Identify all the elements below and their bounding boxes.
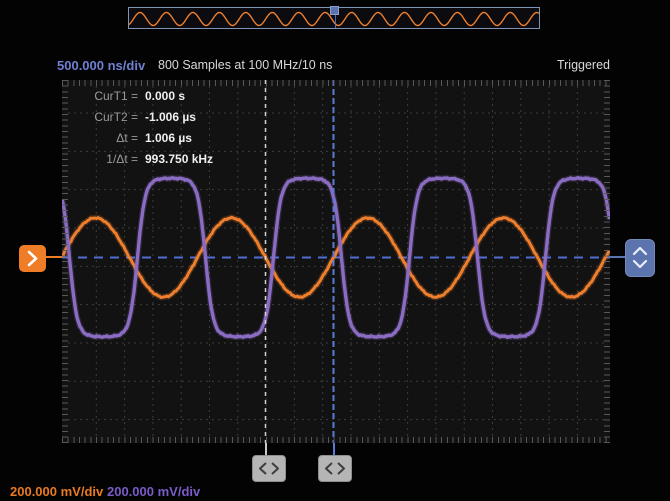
timebase-label: 500.000 ns/div xyxy=(57,58,145,73)
chevron-up-down-icons xyxy=(626,240,654,276)
channel1-offset-marker[interactable] xyxy=(19,245,46,272)
buffer-overview-strip[interactable] xyxy=(128,7,540,29)
cursor-readout-block: CurT1 = 0.000 s CurT2 = -1.006 µs Δt = 1… xyxy=(66,86,213,170)
chevron-down-icon xyxy=(634,261,646,267)
channel2-scale-label: 200.000 mV/div xyxy=(107,484,200,499)
samples-info-label: 800 Samples at 100 MHz/10 ns xyxy=(158,58,332,72)
chevron-right-icon xyxy=(19,245,46,272)
channel1-scale-label: 200.000 mV/div xyxy=(10,484,103,499)
trigger-level-connector xyxy=(610,256,625,258)
cursor-t2-value: -1.006 µs xyxy=(145,107,196,128)
chevron-left-icon xyxy=(260,463,266,474)
chevron-up-icon xyxy=(634,248,646,254)
cursor-t1-value: 0.000 s xyxy=(145,86,185,107)
plot-bottom-ticks xyxy=(62,437,610,443)
cursor-t1-handle-button[interactable] xyxy=(318,455,352,482)
overview-trigger-position-marker[interactable] xyxy=(330,6,339,15)
scope-plot-area[interactable]: CurT1 = 0.000 s CurT2 = -1.006 µs Δt = 1… xyxy=(62,80,610,443)
chevron-right-icon xyxy=(338,463,344,474)
plot-right-ticks xyxy=(604,80,610,443)
cursor-t2-handle-button[interactable] xyxy=(252,455,286,482)
chevron-left-right-icons xyxy=(319,456,351,481)
channel1-offset-connector xyxy=(46,256,62,258)
cursor-inv-dt-value: 993.750 kHz xyxy=(145,149,213,170)
oscilloscope-app: 500.000 ns/div 800 Samples at 100 MHz/10… xyxy=(0,0,670,501)
cursor-dt-label: Δt = xyxy=(66,128,138,149)
chevron-left-icon xyxy=(326,463,332,474)
cursor-readout-t1: CurT1 = 0.000 s xyxy=(66,86,213,107)
cursor-inv-dt-label: 1/Δt = xyxy=(66,149,138,170)
cursor-t1-extension-line xyxy=(333,443,335,455)
cursor-t2-extension-line xyxy=(265,443,267,455)
cursor-dt-value: 1.006 µs xyxy=(145,128,192,149)
trigger-status-label: Triggered xyxy=(557,58,610,72)
chevron-right-icon xyxy=(272,463,278,474)
cursor-t2-label: CurT2 = xyxy=(66,107,138,128)
trigger-level-marker[interactable] xyxy=(625,239,655,277)
cursor-readout-inv-dt: 1/Δt = 993.750 kHz xyxy=(66,149,213,170)
cursor-readout-t2: CurT2 = -1.006 µs xyxy=(66,107,213,128)
chevron-left-right-icons xyxy=(253,456,285,481)
cursor-t1-label: CurT1 = xyxy=(66,86,138,107)
cursor-readout-dt: Δt = 1.006 µs xyxy=(66,128,213,149)
